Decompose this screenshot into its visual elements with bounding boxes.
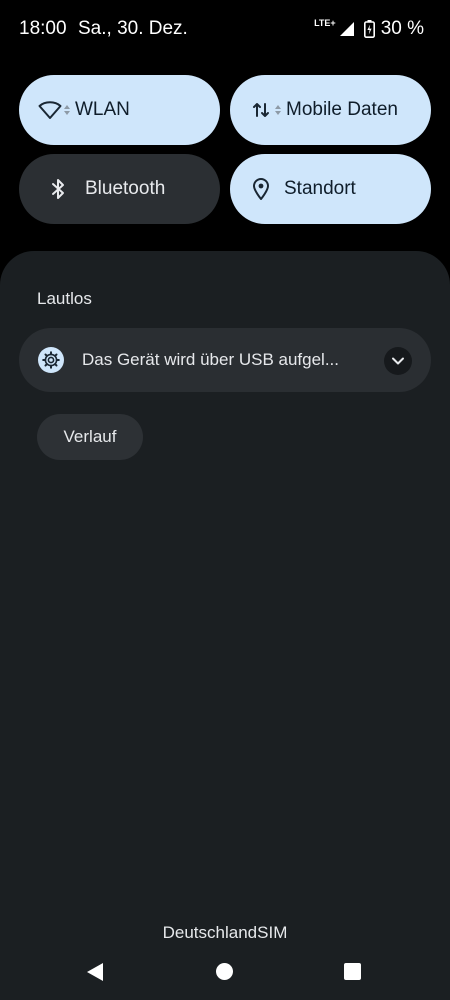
status-bar: 18:00 Sa., 30. Dez. LTE+ 30 % [0, 0, 450, 58]
status-date: Sa., 30. Dez. [78, 18, 188, 39]
bluetooth-icon [45, 176, 71, 202]
signal-icon [339, 22, 354, 36]
home-icon[interactable] [216, 963, 233, 980]
settings-gear-icon [38, 347, 64, 373]
tile-bluetooth[interactable]: Bluetooth [19, 154, 220, 224]
tile-label: Mobile Daten [286, 99, 398, 120]
status-icons: LTE+ 30 % [314, 17, 424, 41]
notification-text: Das Gerät wird über USB aufgel... [82, 350, 340, 369]
tile-label: WLAN [75, 99, 130, 120]
tile-mobile-data[interactable]: Mobile Daten [230, 75, 431, 145]
data-arrows-icon [248, 97, 274, 123]
tile-location[interactable]: Standort [230, 154, 431, 224]
recents-icon[interactable] [344, 963, 361, 980]
back-icon[interactable] [86, 962, 104, 982]
carrier-label: DeutschlandSIM [162, 923, 288, 942]
wifi-icon [37, 97, 63, 123]
silent-section-label: Lautlos [37, 289, 92, 308]
location-pin-icon [248, 176, 274, 202]
status-time: 18:00 [19, 18, 67, 39]
network-type: LTE+ [314, 18, 336, 28]
tile-label: Standort [284, 178, 356, 199]
battery-percentage: 30 % [380, 18, 424, 39]
data-activity-arrows-icon [63, 105, 71, 115]
chevron-down-icon[interactable] [384, 347, 412, 375]
battery-charging-icon [363, 20, 375, 38]
data-activity-arrows-icon [274, 105, 282, 115]
tile-label: Bluetooth [85, 178, 166, 199]
tile-wlan[interactable]: WLAN [19, 75, 220, 145]
history-button[interactable]: Verlauf [37, 414, 143, 460]
usb-charging-notification[interactable]: Das Gerät wird über USB aufgel... [19, 328, 431, 392]
